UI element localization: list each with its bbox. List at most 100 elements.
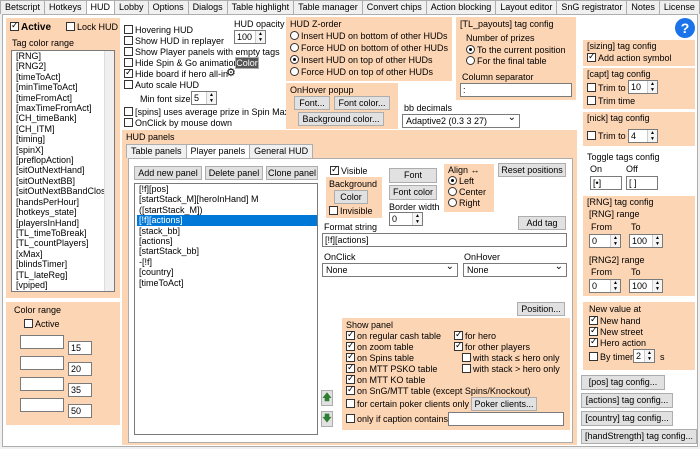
tab-hud[interactable]: HUD: [85, 0, 116, 15]
toggle-off-input[interactable]: [ ]: [626, 176, 658, 190]
rng-from-spinner[interactable]: ▲ ▼: [610, 235, 620, 247]
tab-table-highlight[interactable]: Table highlight: [226, 0, 295, 14]
rng2-from-input[interactable]: 0 ▲ ▼: [589, 279, 621, 293]
border-width-input[interactable]: 0 ▲ ▼: [389, 212, 423, 226]
tag-list-item[interactable]: [handsPerHour]: [14, 197, 114, 207]
tab-notes[interactable]: Notes: [626, 0, 660, 14]
prizes-current-radio[interactable]: To the current position: [466, 45, 566, 56]
tag-list-item[interactable]: [playersInHand]: [14, 218, 114, 228]
panel-line-item[interactable]: ([startStack_M]): [137, 205, 317, 215]
column-separator-input[interactable]: :: [460, 83, 572, 97]
sp-mtt-ko-checkbox[interactable]: on MTT KO table: [346, 373, 425, 386]
zorder-option-4[interactable]: Force HUD on top of other HUDs: [290, 67, 433, 78]
tag-list-item[interactable]: [RNG2]: [14, 61, 114, 71]
pos-tag-config-button[interactable]: [pos] tag config...: [581, 375, 665, 390]
subtab-table-panels[interactable]: Table panels: [126, 144, 187, 158]
add-new-panel-button[interactable]: Add new panel: [134, 166, 202, 180]
timer-input[interactable]: 2 ▲ ▼: [633, 349, 655, 363]
tag-list-item[interactable]: [timeFromAct]: [14, 93, 114, 103]
tag-list-item[interactable]: [TL_timeToBreak]: [14, 228, 114, 238]
lock-hud-checkbox[interactable]: Lock HUD: [66, 22, 118, 33]
font-button[interactable]: Font: [389, 168, 437, 183]
tag-list-item[interactable]: [spinX]: [14, 145, 114, 155]
add-tag-button[interactable]: Add tag: [518, 216, 566, 230]
stack-less-checkbox[interactable]: with stack ≤ hero only: [462, 353, 559, 364]
tab-layout-editor[interactable]: Layout editor: [495, 0, 558, 14]
tab-dialogs[interactable]: Dialogs: [187, 0, 228, 14]
sp-mtt-psko-checkbox[interactable]: on MTT PSKO table: [346, 362, 437, 375]
rng-to-input[interactable]: 100 ▲ ▼: [629, 234, 663, 248]
opacity-spinner[interactable]: ▲ ▼: [255, 31, 265, 43]
tab-hotkeys[interactable]: Hotkeys: [44, 0, 87, 14]
invisible-checkbox[interactable]: Invisible: [329, 206, 373, 217]
handstrength-tag-config-button[interactable]: [handStrength] tag config...: [581, 429, 697, 444]
color-range-value-2[interactable]: 20: [68, 362, 92, 376]
tag-list-item[interactable]: [hotkeys_state]: [14, 207, 114, 217]
tag-list-item[interactable]: [vpiped]: [14, 280, 114, 290]
min-font-input[interactable]: 5 ▲ ▼: [191, 91, 217, 105]
zorder-option-1[interactable]: Insert HUD on bottom of other HUDs: [290, 31, 448, 42]
sp-spins-checkbox[interactable]: on Spins table: [346, 351, 414, 364]
for-others-checkbox[interactable]: for other players: [454, 340, 530, 353]
active-checkbox[interactable]: Active: [10, 20, 51, 33]
prizes-final-radio[interactable]: For the final table: [466, 56, 547, 67]
tag-list-item[interactable]: [blindsTimer]: [14, 259, 114, 269]
zorder-option-2[interactable]: Force HUD on bottom of other HUDs: [290, 43, 448, 54]
color-range-active-checkbox[interactable]: Active: [24, 319, 60, 330]
stack-more-checkbox[interactable]: with stack > hero only: [462, 364, 560, 375]
spin-max-checkbox[interactable]: [spins] uses average prize in Spin Max: [124, 107, 289, 118]
color-swatch-4[interactable]: [20, 398, 64, 412]
capt-trim-spinner[interactable]: ▲ ▼: [647, 81, 657, 93]
panel-line-item[interactable]: [startStack_M][heroInHand] M: [137, 194, 317, 204]
tag-list[interactable]: [RNG] [RNG2] [timeToAct] [minTimeToAct] [tim…: [11, 50, 115, 292]
tag-list-item[interactable]: [CH_timeBank]: [14, 113, 114, 123]
show-replayer-checkbox[interactable]: Show HUD in replayer: [124, 36, 224, 47]
panel-line-item[interactable]: [stack_bb]: [137, 226, 317, 236]
subtab-general-hud[interactable]: General HUD: [249, 144, 314, 158]
tab-lobby[interactable]: Lobby: [114, 0, 149, 14]
tag-list-scrollbar[interactable]: [104, 51, 114, 291]
panel-line-item[interactable]: [actions]: [137, 236, 317, 246]
zorder-option-3[interactable]: Insert HUD on top of other HUDs: [290, 55, 433, 66]
panel-line-item[interactable]: [startStack_bb]: [137, 246, 317, 256]
color-swatch-3[interactable]: [20, 377, 64, 391]
help-icon[interactable]: ?: [675, 18, 695, 38]
add-action-checkbox[interactable]: Add action symbol: [587, 51, 672, 64]
hide-spin-checkbox[interactable]: Hide Spin & Go animation: [124, 58, 239, 69]
caption-contains-input[interactable]: [448, 412, 564, 426]
sp-caption-checkbox[interactable]: only if caption contains: [346, 414, 448, 425]
panel-line-item[interactable]: [!f][pos]: [137, 184, 317, 194]
tag-list-item[interactable]: [RNG]: [14, 51, 114, 61]
color-swatch-2[interactable]: [20, 356, 64, 370]
country-tag-config-button[interactable]: [country] tag config...: [581, 411, 673, 426]
trim-time-checkbox[interactable]: Trim time: [587, 96, 635, 107]
align-center-radio[interactable]: Center: [448, 187, 486, 198]
rng2-to-input[interactable]: 100 ▲ ▼: [629, 279, 663, 293]
align-left-radio[interactable]: Left: [448, 176, 474, 187]
panel-lines-list[interactable]: [!f][pos] [startStack_M][heroInHand] M ([s…: [134, 183, 318, 435]
tab-action-blocking[interactable]: Action blocking: [425, 0, 497, 14]
tag-list-item[interactable]: [timing]: [14, 134, 114, 144]
tag-list-item[interactable]: [TL_countPlayers]: [14, 238, 114, 248]
by-timer-checkbox[interactable]: By timer: [589, 352, 633, 363]
bb-decimals-select[interactable]: Adaptive2 (0.3 3 27): [402, 112, 520, 128]
tab-convert-chips[interactable]: Convert chips: [361, 0, 427, 14]
panel-line-item[interactable]: [country]: [137, 267, 317, 277]
tab-license[interactable]: License: [658, 0, 700, 14]
hero-action-checkbox[interactable]: Hero action: [589, 336, 646, 349]
tag-list-item[interactable]: [timeToAct]: [14, 72, 114, 82]
tag-list-item[interactable]: [preflopAction]: [14, 155, 114, 165]
sp-regular-cash-checkbox[interactable]: on regular cash table: [346, 329, 441, 342]
rng2-to-spinner[interactable]: ▲ ▼: [652, 280, 662, 292]
tag-list-item[interactable]: [sitOutNextBBandClose]: [14, 186, 114, 196]
rng2-from-spinner[interactable]: ▲ ▼: [610, 280, 620, 292]
onhover-font-button[interactable]: Font...: [294, 96, 330, 110]
onhover-bg-color-button[interactable]: Background color...: [298, 112, 384, 126]
color-swatch-1[interactable]: [20, 335, 64, 349]
sp-sng-mtt-checkbox[interactable]: on SnG/MTT table (except Spins/Knockout): [346, 384, 530, 397]
color-range-value-4[interactable]: 50: [68, 404, 92, 418]
capt-trim-input[interactable]: 10 ▲ ▼: [628, 80, 658, 94]
timer-spinner[interactable]: ▲ ▼: [644, 350, 654, 362]
tag-list-item[interactable]: [xMax]: [14, 249, 114, 259]
subtab-player-panels[interactable]: Player panels: [185, 144, 251, 159]
